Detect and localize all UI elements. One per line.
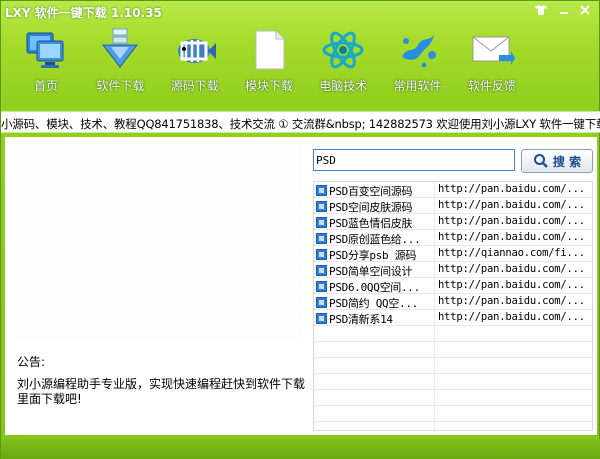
result-name: PSD蓝色情侣皮肤 — [329, 217, 413, 229]
result-name: PSD简约 QQ空... — [329, 297, 419, 309]
file-icon — [316, 249, 327, 260]
main-toolbar: 首页 软件下载 源码下载 模块下载 电脑技术 常用软件 软件反馈 — [9, 25, 529, 95]
search-button-label: 搜 索 — [552, 154, 582, 169]
close-icon[interactable] — [577, 4, 593, 18]
results-list: PSD百变空间源码 http://pan.baidu.com/... PSD空间皮肤… — [313, 181, 593, 432]
notice-text: 刘小源编程助手专业版，实现快速编程赶快到软件下载里面下载吧! — [17, 377, 306, 406]
result-name-cell: PSD空间皮肤源码 — [316, 199, 432, 213]
result-name-cell: PSD简约 QQ空... — [316, 295, 432, 309]
toolbar-label-home: 首页 — [34, 79, 59, 93]
result-name: PSD百变空间源码 — [329, 185, 413, 197]
table-row[interactable]: PSD空间皮肤源码 http://pan.baidu.com/... — [314, 198, 592, 214]
table-row[interactable]: PSD分享psb 源码 http://qiannao.com/fi... — [314, 246, 592, 262]
result-url: http://pan.baidu.com/... — [438, 279, 585, 291]
search-input[interactable] — [313, 149, 515, 171]
toolbar-label-source: 源码下载 — [170, 79, 219, 93]
file-icon — [316, 233, 327, 244]
table-row[interactable]: PSD清新系14 http://pan.baidu.com/... — [314, 310, 592, 326]
splash-icon — [402, 35, 437, 68]
result-url: http://qiannao.com/fi... — [438, 247, 585, 259]
window-title: LXY 软件一键下载 1.10.35 — [5, 6, 162, 20]
search-button[interactable]: 搜 索 — [521, 149, 593, 173]
toolbar-feedback[interactable]: 软件反馈 — [455, 25, 529, 95]
file-icon — [316, 201, 327, 212]
result-name: PSD空间皮肤源码 — [329, 201, 413, 213]
file-icon — [316, 281, 327, 292]
file-icon — [316, 217, 327, 228]
table-row[interactable]: PSD百变空间源码 http://pan.baidu.com/... — [314, 182, 592, 198]
shirt-icon[interactable] — [533, 4, 549, 18]
table-row[interactable]: PSD简单空间设计 http://pan.baidu.com/... — [314, 262, 592, 278]
toolbar-software-download[interactable]: 软件下载 — [83, 25, 157, 95]
result-url: http://pan.baidu.com/... — [438, 311, 585, 323]
result-name-cell: PSD原创蓝色给... — [316, 231, 432, 245]
toolbar-pc-tech[interactable]: 电脑技术 — [306, 25, 380, 95]
table-row[interactable]: PSD原创蓝色给... http://pan.baidu.com/... — [314, 230, 592, 246]
monitor-icon — [26, 32, 64, 68]
result-name: PSD简单空间设计 — [329, 265, 413, 277]
result-name: PSD分享psb 源码 — [329, 249, 417, 261]
table-row — [314, 374, 592, 390]
table-row[interactable]: PSD简约 QQ空... http://pan.baidu.com/... — [314, 294, 592, 310]
result-name: PSD清新系14 — [329, 313, 393, 325]
atom-icon — [322, 31, 364, 69]
toolbar-module-download[interactable]: 模块下载 — [232, 25, 306, 95]
main-content: 公告: 刘小源编程助手专业版，实现快速编程赶快到软件下载里面下载吧! 搜 索 P… — [5, 137, 597, 435]
app-window: LXY 软件一键下载 1.10.35 首页 软件下载 源码下载 模块下载 电脑技… — [0, 0, 600, 459]
file-icon — [316, 313, 327, 324]
result-name-cell: PSD简单空间设计 — [316, 263, 432, 277]
fish-icon — [177, 39, 216, 63]
toolbar-label-common: 常用软件 — [393, 79, 442, 93]
document-icon — [255, 30, 285, 70]
result-url: http://pan.baidu.com/... — [438, 295, 585, 307]
table-row — [314, 406, 592, 422]
result-url: http://pan.baidu.com/... — [438, 183, 585, 195]
magnifier-icon — [533, 154, 548, 168]
table-row — [314, 326, 592, 342]
toolbar-common-software[interactable]: 常用软件 — [380, 25, 454, 95]
file-icon — [316, 297, 327, 308]
announcement-marquee: 小源码、模块、技术、教程QQ841751838、技术交流 ① 交流群&nbsp;… — [1, 111, 600, 133]
toolbar-label-feedback: 软件反馈 — [467, 79, 516, 93]
title-bar[interactable]: LXY 软件一键下载 1.10.35 — [1, 1, 600, 23]
file-icon — [316, 265, 327, 276]
result-name-cell: PSD分享psb 源码 — [316, 247, 432, 261]
result-name-cell: PSD6.0QQ空间... — [316, 279, 432, 293]
table-row — [314, 390, 592, 406]
table-row — [314, 358, 592, 374]
result-name-cell: PSD蓝色情侣皮肤 — [316, 215, 432, 229]
result-url: http://pan.baidu.com/... — [438, 263, 585, 275]
envelope-icon — [472, 36, 515, 65]
result-name-cell: PSD清新系14 — [316, 311, 432, 325]
result-url: http://pan.baidu.com/... — [438, 231, 585, 243]
table-row[interactable]: PSD蓝色情侣皮肤 http://pan.baidu.com/... — [314, 214, 592, 230]
left-panel — [15, 141, 303, 341]
table-row[interactable]: PSD6.0QQ空间... http://pan.baidu.com/... — [314, 278, 592, 294]
download-arrow-icon — [102, 28, 139, 68]
result-url: http://pan.baidu.com/... — [438, 215, 585, 227]
result-name: PSD原创蓝色给... — [329, 233, 421, 245]
toolbar-label-tech: 电脑技术 — [319, 79, 368, 93]
marquee-text: 小源码、模块、技术、教程QQ841751838、技术交流 ① 交流群&nbsp;… — [1, 117, 600, 131]
toolbar-home[interactable]: 首页 — [9, 25, 83, 95]
toolbar-label-module: 模块下载 — [244, 79, 293, 93]
minimize-icon[interactable] — [556, 4, 572, 18]
result-name-cell: PSD百变空间源码 — [316, 183, 432, 197]
result-url: http://pan.baidu.com/... — [438, 199, 585, 211]
status-bar — [1, 439, 600, 459]
table-row — [314, 342, 592, 358]
toolbar-label-software: 软件下载 — [96, 79, 145, 93]
result-name: PSD6.0QQ空间... — [329, 281, 420, 293]
toolbar-source-download[interactable]: 源码下载 — [158, 25, 232, 95]
file-icon — [316, 185, 327, 196]
notice-title: 公告: — [17, 355, 46, 369]
